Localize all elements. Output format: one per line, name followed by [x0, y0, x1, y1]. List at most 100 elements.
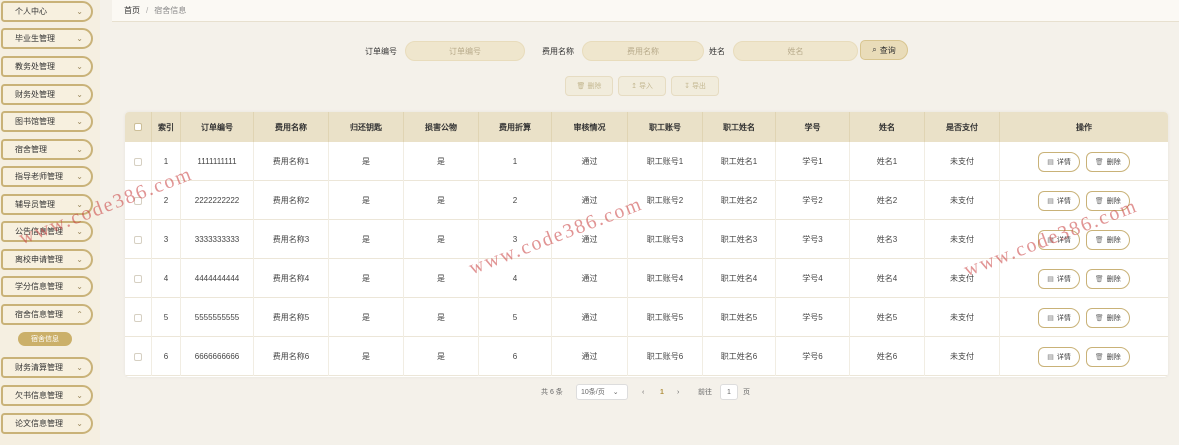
delete-button[interactable]: 🗑 删除: [1085, 346, 1130, 367]
cell-audit: 通过: [552, 220, 628, 259]
header-paid: 是否支付: [925, 112, 1000, 142]
sidebar-item-owed-books[interactable]: 欠书信息管理 ⌄: [1, 385, 93, 406]
sidebar-item-dormitory[interactable]: 宿舍管理 ⌄: [1, 139, 93, 160]
row-checkbox[interactable]: [134, 352, 142, 361]
header-name: 姓名: [850, 112, 925, 142]
row-checkbox[interactable]: [134, 196, 142, 205]
sidebar-item-advisors[interactable]: 指导老师管理 ⌄: [1, 166, 93, 187]
chevron-down-icon: ⌄: [76, 117, 83, 126]
sidebar-item-finance-office[interactable]: 财务处管理 ⌄: [1, 84, 93, 105]
detail-button[interactable]: ▤ 详情: [1038, 229, 1080, 250]
import-button[interactable]: ↥ 导入: [618, 76, 666, 96]
cell-student-id: 学号6: [776, 337, 850, 376]
breadcrumb-home[interactable]: 首页: [124, 5, 140, 16]
row-checkbox[interactable]: [134, 157, 142, 166]
breadcrumb: 首页 / 宿舍信息: [112, 0, 1179, 22]
row-checkbox[interactable]: [134, 274, 142, 283]
detail-button[interactable]: ▤ 详情: [1038, 307, 1080, 328]
cell-staff-name: 职工姓名6: [703, 337, 776, 376]
sidebar-item-dorm-info[interactable]: 宿舍信息管理 ⌃: [1, 304, 93, 325]
current-page[interactable]: 1: [660, 384, 664, 400]
cell-fee-amount: 2: [479, 181, 552, 220]
detail-button[interactable]: ▤ 详情: [1038, 346, 1080, 367]
breadcrumb-current: 宿舍信息: [154, 6, 187, 15]
cell-actions: ▤ 详情 🗑 删除: [1000, 142, 1168, 181]
cell-name: 姓名4: [850, 259, 925, 298]
pagination: 共 6 条 10条/页 ⌄ ‹ 1 › 前往 1 页: [100, 384, 1179, 400]
header-staff-account: 职工账号: [628, 112, 703, 142]
submenu-dorm-info[interactable]: 宿舍信息: [18, 332, 72, 346]
fee-name-input[interactable]: 费用名称: [582, 41, 704, 61]
cell-audit: 通过: [552, 259, 628, 298]
sidebar-item-label: 教务处管理: [15, 62, 55, 71]
sidebar-item-label: 财务处管理: [15, 90, 55, 99]
cell-audit: 通过: [552, 142, 628, 181]
cell-staff-account: 职工账号2: [628, 181, 703, 220]
cell-actions: ▤ 详情 🗑 删除: [1000, 259, 1168, 298]
chevron-down-icon: ⌄: [76, 200, 83, 209]
table-row: 4 4444444444 费用名称4 是是 4 通过 职工账号4 职工姓名4 学号4 姓名4 未支付…: [125, 259, 1168, 298]
sidebar-item-counselors[interactable]: 辅导员管理 ⌄: [1, 194, 93, 215]
sidebar-item-academic-affairs[interactable]: 教务处管理 ⌄: [1, 56, 93, 77]
export-button[interactable]: ↧ 导出: [671, 76, 719, 96]
search-button[interactable]: ⌕ 查询: [860, 40, 908, 60]
sidebar-item-credits[interactable]: 学分信息管理 ⌄: [1, 276, 93, 297]
sidebar-item-personal-center[interactable]: 个人中心 ⌄: [1, 1, 93, 22]
batch-delete-label: 删除: [587, 83, 602, 90]
detail-button[interactable]: ▤ 详情: [1038, 190, 1080, 211]
table-header: 索引 订单编号 费用名称 归还钥匙 损害公物 费用折算 审核情况 职工账号 职工…: [125, 112, 1168, 142]
delete-button[interactable]: 🗑 删除: [1085, 229, 1130, 250]
delete-button[interactable]: 🗑 删除: [1085, 307, 1130, 328]
row-checkbox[interactable]: [134, 235, 142, 244]
delete-button[interactable]: 🗑 删除: [1085, 190, 1130, 211]
cell-paid: 未支付: [925, 181, 1000, 220]
cell-index: 6: [152, 337, 181, 376]
next-page-button[interactable]: ›: [677, 384, 679, 400]
cell-fee-amount: 1: [479, 142, 552, 181]
name-input[interactable]: 姓名: [733, 41, 858, 61]
row-checkbox[interactable]: [134, 313, 142, 322]
pagination-total: 共 6 条: [541, 389, 563, 396]
detail-button[interactable]: ▤ 详情: [1038, 268, 1080, 289]
delete-button[interactable]: 🗑 删除: [1085, 268, 1130, 289]
detail-label: 详情: [1056, 314, 1071, 322]
cell-paid: 未支付: [925, 259, 1000, 298]
batch-delete-button[interactable]: 🗑 删除: [565, 76, 613, 96]
chevron-down-icon: ⌄: [76, 391, 83, 400]
document-icon: ▤: [1047, 353, 1054, 361]
header-checkbox-cell: [125, 112, 152, 142]
cell-student-id: 学号2: [776, 181, 850, 220]
sidebar-item-library[interactable]: 图书馆管理 ⌄: [1, 111, 93, 132]
delete-label: 删除: [1106, 275, 1121, 283]
select-all-checkbox[interactable]: [134, 123, 142, 131]
cell-damage: 是: [404, 298, 479, 337]
cell-name: 姓名3: [850, 220, 925, 259]
cell-staff-name: 职工姓名3: [703, 220, 776, 259]
sidebar-item-financial-settlement[interactable]: 财务清算管理 ⌄: [1, 357, 93, 378]
sidebar-item-label: 宿舍信息管理: [15, 310, 63, 319]
sidebar-item-label: 指导老师管理: [15, 172, 63, 181]
cell-order-number: 2222222222: [181, 181, 254, 220]
delete-label: 删除: [1106, 314, 1121, 322]
goto-page-input[interactable]: 1: [720, 384, 738, 400]
chevron-down-icon: ⌄: [76, 172, 83, 181]
cell-actions: ▤ 详情 🗑 删除: [1000, 337, 1168, 376]
detail-label: 详情: [1056, 353, 1071, 361]
cell-fee-name: 费用名称6: [254, 337, 329, 376]
cell-actions: ▤ 详情 🗑 删除: [1000, 181, 1168, 220]
sidebar-item-leave-applications[interactable]: 离校申请管理 ⌄: [1, 249, 93, 270]
delete-button[interactable]: 🗑 删除: [1085, 151, 1130, 172]
page-size-select[interactable]: 10条/页 ⌄: [576, 384, 628, 400]
cell-student-id: 学号1: [776, 142, 850, 181]
detail-button[interactable]: ▤ 详情: [1038, 151, 1080, 172]
sidebar-item-announcements[interactable]: 公告信息管理 ⌄: [1, 221, 93, 242]
sidebar-item-label: 离校申请管理: [15, 255, 63, 264]
search-fee-group: 费用名称 费用名称: [542, 40, 704, 62]
row-checkbox-cell: [125, 337, 152, 376]
prev-page-button[interactable]: ‹: [642, 384, 644, 400]
order-number-input[interactable]: 订单编号: [405, 41, 525, 61]
sidebar-item-graduates[interactable]: 毕业生管理 ⌄: [1, 28, 93, 49]
header-return-key: 归还钥匙: [329, 112, 404, 142]
chevron-down-icon: ⌄: [76, 419, 83, 428]
sidebar-item-thesis[interactable]: 论文信息管理 ⌄: [1, 413, 93, 434]
